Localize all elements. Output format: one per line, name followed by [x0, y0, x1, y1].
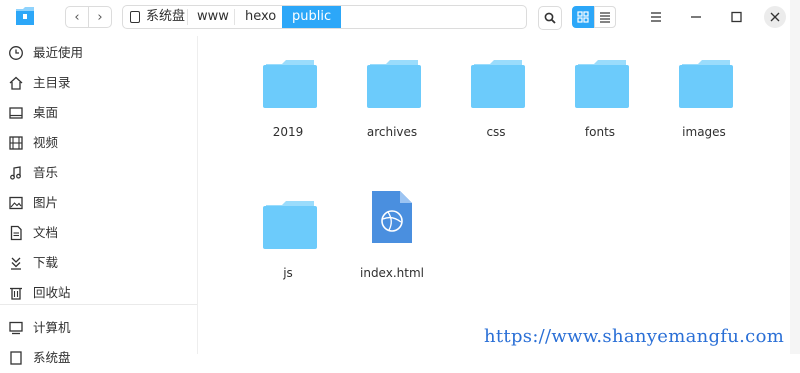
search-button[interactable] — [538, 6, 562, 30]
video-icon — [9, 136, 23, 150]
watermark-url: https://www.shanyemangfu.com — [484, 326, 785, 347]
sidebar-item-downloads[interactable]: 下载 — [0, 248, 197, 278]
file-name: images — [682, 125, 726, 139]
scrollbar[interactable] — [790, 0, 800, 354]
desktop-icon — [9, 107, 23, 119]
grid-view-icon — [577, 11, 589, 23]
disk-icon — [130, 11, 140, 23]
close-button[interactable] — [764, 6, 786, 28]
sidebar: 最近使用 主目录 桌面 视频 音乐 图片 文档 下载 回收站 计算机 系统盘 — [0, 36, 198, 365]
folder-item-js[interactable]: js — [236, 183, 340, 303]
breadcrumb-separator — [234, 9, 235, 25]
search-icon — [544, 12, 556, 24]
home-icon — [9, 76, 23, 90]
sidebar-item-label: 计算机 — [33, 320, 71, 335]
list-view-icon — [600, 12, 610, 23]
document-icon — [10, 225, 22, 241]
back-button[interactable]: ‹ — [65, 6, 89, 28]
sidebar-item-recent[interactable]: 最近使用 — [0, 38, 197, 68]
picture-icon — [9, 196, 23, 210]
file-name: js — [283, 266, 293, 280]
file-name: archives — [366, 125, 418, 139]
sidebar-item-label: 桌面 — [33, 105, 59, 120]
sidebar-item-computer[interactable]: 计算机 — [0, 313, 197, 343]
sidebar-item-label: 图片 — [33, 195, 59, 210]
computer-icon — [9, 321, 23, 335]
file-manager-app-icon — [16, 7, 34, 25]
sidebar-item-music[interactable]: 音乐 — [0, 158, 197, 188]
sidebar-item-label: 系统盘 — [33, 350, 71, 365]
sidebar-item-label: 音乐 — [33, 165, 59, 180]
breadcrumb-item-public[interactable]: public — [282, 6, 342, 28]
maximize-icon — [731, 11, 742, 23]
sidebar-item-label: 下载 — [33, 255, 59, 270]
minimize-icon — [691, 16, 701, 18]
breadcrumb-item-hexo[interactable]: hexo — [245, 6, 276, 28]
sidebar-item-label: 文档 — [33, 225, 59, 240]
breadcrumb-separator — [187, 9, 188, 25]
list-view-button[interactable] — [594, 6, 616, 28]
file-item-index-html[interactable]: index.html — [340, 183, 444, 303]
sidebar-item-videos[interactable]: 视频 — [0, 128, 197, 158]
folder-icon — [471, 60, 525, 108]
hamburger-menu-icon — [651, 12, 661, 22]
html-file-icon — [372, 191, 412, 243]
sidebar-item-label: 主目录 — [33, 75, 71, 90]
sidebar-item-label: 视频 — [33, 135, 59, 150]
file-name: css — [486, 125, 506, 139]
music-icon — [10, 166, 21, 180]
sidebar-item-desktop[interactable]: 桌面 — [0, 98, 197, 128]
sidebar-item-documents[interactable]: 文档 — [0, 218, 197, 248]
folder-item-2019[interactable]: 2019 — [236, 42, 340, 162]
disk-icon — [10, 351, 22, 365]
sidebar-item-pictures[interactable]: 图片 — [0, 188, 197, 218]
sidebar-divider — [0, 304, 197, 305]
folder-icon — [263, 201, 317, 249]
main-menu-button[interactable] — [644, 6, 668, 28]
file-grid: 2019 archives css fonts images js index.… — [198, 36, 780, 354]
sidebar-item-home[interactable]: 主目录 — [0, 68, 197, 98]
sidebar-item-label: 最近使用 — [33, 45, 84, 60]
forward-button[interactable]: › — [88, 6, 112, 28]
icon-view-button[interactable] — [572, 6, 594, 28]
breadcrumb-item-www[interactable]: www — [197, 6, 229, 28]
title-bar: ‹ › 系统盘 www hexo public — [0, 0, 790, 36]
folder-icon — [575, 60, 629, 108]
download-icon — [11, 257, 21, 270]
file-name: index.html — [360, 266, 424, 280]
folder-icon — [263, 60, 317, 108]
breadcrumb: 系统盘 www hexo public — [122, 5, 527, 29]
folder-icon — [679, 60, 733, 108]
folder-item-archives[interactable]: archives — [340, 42, 444, 162]
close-icon — [770, 12, 780, 22]
file-name: fonts — [584, 125, 616, 139]
sidebar-item-label: 回收站 — [33, 285, 71, 300]
sidebar-item-system-disk[interactable]: 系统盘 — [0, 343, 197, 373]
maximize-button[interactable] — [724, 6, 748, 28]
breadcrumb-item-system-disk[interactable]: 系统盘 — [146, 6, 185, 28]
clock-icon — [9, 46, 23, 60]
folder-item-css[interactable]: css — [444, 42, 548, 162]
file-name: 2019 — [272, 125, 304, 139]
folder-item-images[interactable]: images — [652, 42, 756, 162]
folder-icon — [367, 60, 421, 108]
trash-icon — [10, 287, 22, 300]
folder-item-fonts[interactable]: fonts — [548, 42, 652, 162]
minimize-button[interactable] — [684, 6, 708, 28]
